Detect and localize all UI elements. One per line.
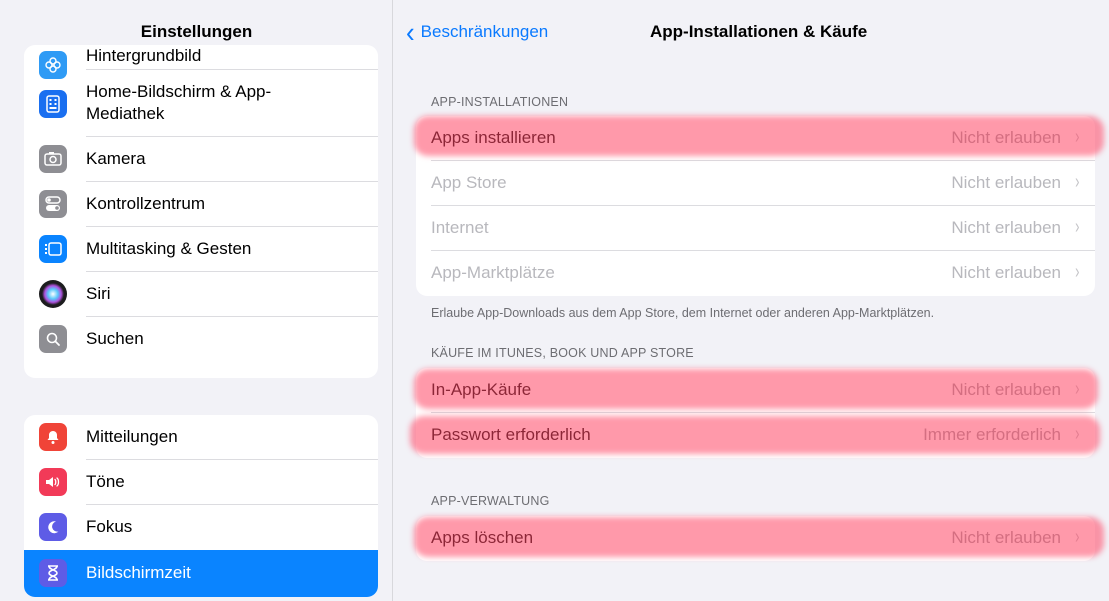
sidebar-item-search[interactable]: Suchen: [24, 317, 378, 362]
search-icon: [39, 325, 67, 353]
chevron-right-icon: ›: [1075, 261, 1080, 283]
speaker-sound-icon: [39, 468, 67, 496]
setting-row-install-apps[interactable]: Apps installieren Nicht erlauben ›: [416, 116, 1095, 161]
sidebar-item-label: Kontrollzentrum: [86, 194, 206, 213]
setting-value: Nicht erlauben: [951, 263, 1061, 282]
home-screen-icon: [39, 90, 67, 118]
setting-value: Immer erforderlich: [923, 425, 1061, 444]
sidebar-item-focus[interactable]: Fokus: [24, 505, 378, 550]
setting-value: Nicht erlauben: [951, 528, 1061, 547]
sidebar-item-label: Mitteilungen: [86, 427, 178, 446]
moon-icon: [39, 513, 67, 541]
sidebar-group-notifications: Mitteilungen Töne Fokus Bildschirmzeit: [24, 415, 378, 597]
sidebar-item-sounds[interactable]: Töne: [24, 460, 378, 505]
toggles-icon: [39, 190, 67, 218]
siri-icon: [39, 280, 67, 308]
setting-row-internet[interactable]: Internet Nicht erlauben ›: [416, 206, 1095, 251]
management-group: Apps löschen Nicht erlauben ›: [416, 516, 1095, 561]
section-header-purchases: KÄUFE IM ITUNES, BOOK UND APP STORE: [431, 346, 694, 360]
sidebar-item-camera[interactable]: Kamera: [24, 137, 378, 182]
chevron-right-icon: ›: [1075, 171, 1080, 193]
setting-label: Passwort erforderlich: [431, 425, 591, 444]
setting-row-delete-apps[interactable]: Apps löschen Nicht erlauben ›: [416, 516, 1095, 561]
setting-row-in-app-purchases[interactable]: In-App-Käufe Nicht erlauben ›: [416, 368, 1095, 413]
sidebar-item-label: Kamera: [86, 149, 146, 168]
chevron-right-icon: ›: [1075, 216, 1080, 238]
chevron-right-icon: ›: [1075, 423, 1080, 445]
sidebar-item-notifications[interactable]: Mitteilungen: [24, 415, 378, 460]
sidebar-item-label: Fokus: [86, 517, 133, 536]
sidebar-item-wallpaper[interactable]: Hintergrundbild: [24, 45, 378, 79]
purchases-group: In-App-Käufe Nicht erlauben › Passwort e…: [416, 368, 1095, 458]
chevron-right-icon: ›: [1075, 126, 1080, 148]
setting-label: Apps löschen: [431, 528, 534, 547]
settings-sidebar: Einstellungen Hintergrundbild Home-Bilds…: [0, 0, 393, 601]
setting-label: Apps installieren: [431, 128, 556, 147]
sidebar-item-control-center[interactable]: Kontrollzentrum: [24, 182, 378, 227]
sidebar-item-label: Bildschirmzeit: [86, 563, 191, 582]
back-button[interactable]: ‹ Beschränkungen: [406, 15, 549, 49]
setting-row-app-marketplaces[interactable]: App-Marktplätze Nicht erlauben ›: [416, 251, 1095, 296]
page-title: App-Installationen & Käufe: [650, 22, 868, 41]
detail-pane: ‹ Beschränkungen App-Installationen & Kä…: [394, 0, 1109, 601]
sidebar-item-label: Hintergrundbild: [86, 46, 202, 65]
chevron-right-icon: ›: [1075, 526, 1080, 548]
setting-value: Nicht erlauben: [951, 380, 1061, 399]
sidebar-item-label: Töne: [86, 472, 125, 491]
chevron-left-icon: ‹: [406, 15, 415, 49]
hourglass-icon: [39, 559, 67, 587]
setting-value: Nicht erlauben: [951, 218, 1061, 237]
setting-value: Nicht erlauben: [951, 173, 1061, 192]
camera-icon: [39, 145, 67, 173]
section-header-installs: APP-INSTALLATIONEN: [431, 95, 569, 109]
sidebar-item-home-screen[interactable]: Home-Bildschirm & App- Mediathek: [24, 70, 378, 137]
back-button-label: Beschränkungen: [420, 22, 549, 41]
setting-label: App Store: [431, 173, 507, 192]
setting-row-app-store[interactable]: App Store Nicht erlauben ›: [416, 161, 1095, 206]
notifications-bell-icon: [39, 423, 67, 451]
installs-group: Apps installieren Nicht erlauben › App S…: [416, 116, 1095, 296]
multitasking-icon: [39, 235, 67, 263]
chevron-right-icon: ›: [1075, 378, 1080, 400]
sidebar-item-label: Suchen: [86, 329, 144, 348]
setting-value: Nicht erlauben: [951, 128, 1061, 147]
sidebar-item-label: Siri: [86, 284, 111, 303]
sidebar-item-screen-time[interactable]: Bildschirmzeit: [24, 550, 378, 597]
section-header-management: APP-VERWALTUNG: [431, 494, 550, 508]
sidebar-group-general: Hintergrundbild Home-Bildschirm & App- M…: [24, 45, 378, 378]
setting-label: In-App-Käufe: [431, 380, 532, 399]
setting-row-require-password[interactable]: Passwort erforderlich Immer erforderlich…: [416, 413, 1095, 458]
sidebar-title: Einstellungen: [140, 22, 253, 41]
sidebar-item-label: Home-Bildschirm & App- Mediathek: [86, 82, 272, 123]
sidebar-item-label: Multitasking & Gesten: [86, 239, 252, 258]
sidebar-item-multitasking[interactable]: Multitasking & Gesten: [24, 227, 378, 272]
setting-label: App-Marktplätze: [431, 263, 555, 282]
setting-label: Internet: [431, 218, 489, 237]
sidebar-item-siri[interactable]: Siri: [24, 272, 378, 317]
installs-footer-note: Erlaube App-Downloads aus dem App Store,…: [431, 306, 935, 320]
